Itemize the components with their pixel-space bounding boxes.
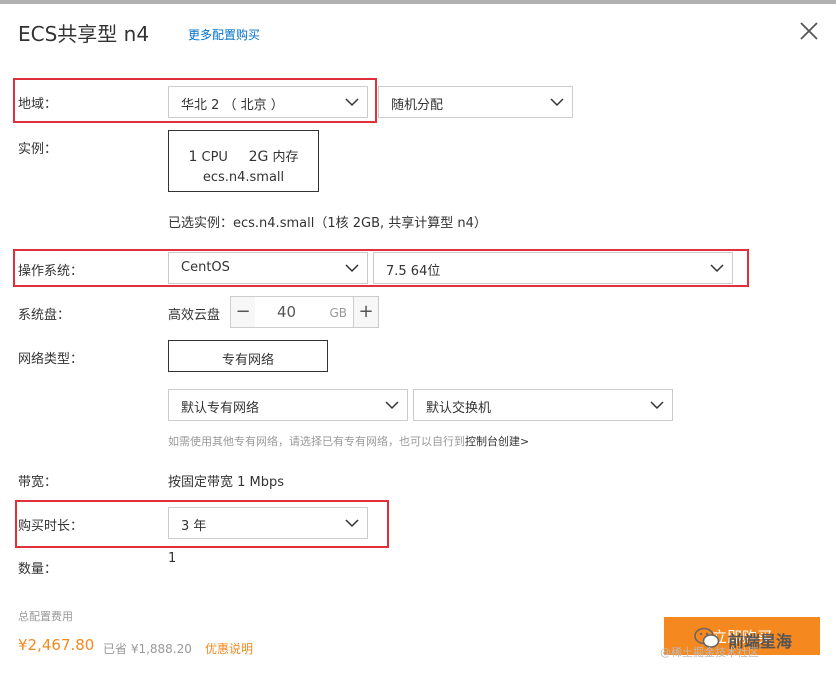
plus-icon: +	[358, 301, 374, 322]
dialog-title: ECS共享型 n4	[18, 22, 150, 46]
instance-spec-row: 1 CPU 2G 内存	[169, 146, 318, 165]
promo-info-link[interactable]: 优惠说明	[205, 640, 253, 657]
bandwidth-label: 带宽：	[18, 475, 58, 490]
instance-type-card[interactable]: 1 CPU 2G 内存 ecs.n4.small	[168, 130, 319, 192]
cpu-count: 1	[188, 149, 198, 165]
os-version-select[interactable]: 7.5 64位	[373, 252, 733, 284]
disk-size-unit: GB	[329, 306, 347, 320]
top-border	[0, 0, 836, 4]
close-icon[interactable]	[798, 20, 820, 42]
more-config-link[interactable]: 更多配置购买	[188, 26, 260, 43]
minus-icon: −	[235, 301, 251, 322]
instance-spec-name: ecs.n4.small	[202, 170, 285, 185]
disk-type: 高效云盘	[168, 308, 221, 323]
network-type-button[interactable]: 专有网络	[168, 340, 328, 372]
saved-amount: 已省 ¥1,888.20	[103, 642, 192, 656]
network-label: 网络类型：	[18, 352, 84, 367]
duration-select-value: 3 年	[181, 519, 207, 534]
os-type-value: CentOS	[181, 260, 230, 275]
selected-instance-text: 已选实例：ecs.n4.small（1核 2GB, 共享计算型 n4）	[168, 216, 487, 231]
quantity-label: 数量：	[18, 562, 58, 577]
bandwidth-value: 按固定带宽 1 Mbps	[168, 475, 285, 490]
os-type-select[interactable]: CentOS	[168, 252, 368, 284]
chevron-down-icon	[345, 518, 359, 528]
network-hint: 如需使用其他专有网络，请选择已有专有网络，也可以自行到控制台创建>	[168, 433, 529, 449]
instance-label: 实例：	[18, 142, 58, 157]
os-label: 操作系统：	[18, 264, 84, 279]
total-price: ¥2,467.80	[18, 636, 95, 654]
zone-select[interactable]: 随机分配	[378, 86, 573, 118]
chevron-down-icon	[345, 263, 359, 273]
vpc-select[interactable]: 默认专有网络	[168, 389, 408, 421]
chevron-down-icon	[385, 400, 399, 410]
zone-select-value: 随机分配	[391, 98, 444, 113]
os-version-value: 7.5 64位	[386, 264, 441, 279]
disk-label: 系统盘：	[18, 308, 71, 323]
region-select[interactable]: 华北 2 （ 北京 ）	[168, 86, 368, 118]
chevron-down-icon	[710, 263, 724, 273]
duration-select[interactable]: 3 年	[168, 507, 368, 539]
chevron-down-icon	[345, 97, 359, 107]
chevron-down-icon	[650, 400, 664, 410]
region-label: 地域：	[18, 97, 58, 112]
vswitch-select-value: 默认交换机	[426, 401, 492, 416]
vpc-select-value: 默认专有网络	[181, 401, 260, 416]
watermark-subtext: @稀土掘金技术社区	[660, 646, 759, 659]
chevron-down-icon	[550, 97, 564, 107]
network-hint-text: 如需使用其他专有网络，请选择已有专有网络，也可以自行到	[168, 435, 465, 448]
memory-size: 2G	[248, 149, 269, 165]
console-create-link[interactable]: 控制台创建>	[465, 435, 529, 448]
disk-increase-button[interactable]: +	[353, 296, 379, 328]
memory-unit: 内存	[272, 150, 299, 165]
quantity-value: 1	[168, 551, 177, 566]
cpu-unit: CPU	[201, 150, 228, 165]
duration-label: 购买时长：	[18, 519, 84, 534]
disk-decrease-button[interactable]: −	[230, 296, 256, 328]
network-type-label: 专有网络	[221, 353, 274, 368]
disk-size-value: 40	[277, 303, 297, 321]
disk-size-input[interactable]: 40 GB	[255, 296, 353, 328]
region-select-value: 华北 2 （ 北京 ）	[181, 98, 284, 113]
total-cost-label: 总配置费用	[18, 610, 73, 623]
vswitch-select[interactable]: 默认交换机	[413, 389, 673, 421]
